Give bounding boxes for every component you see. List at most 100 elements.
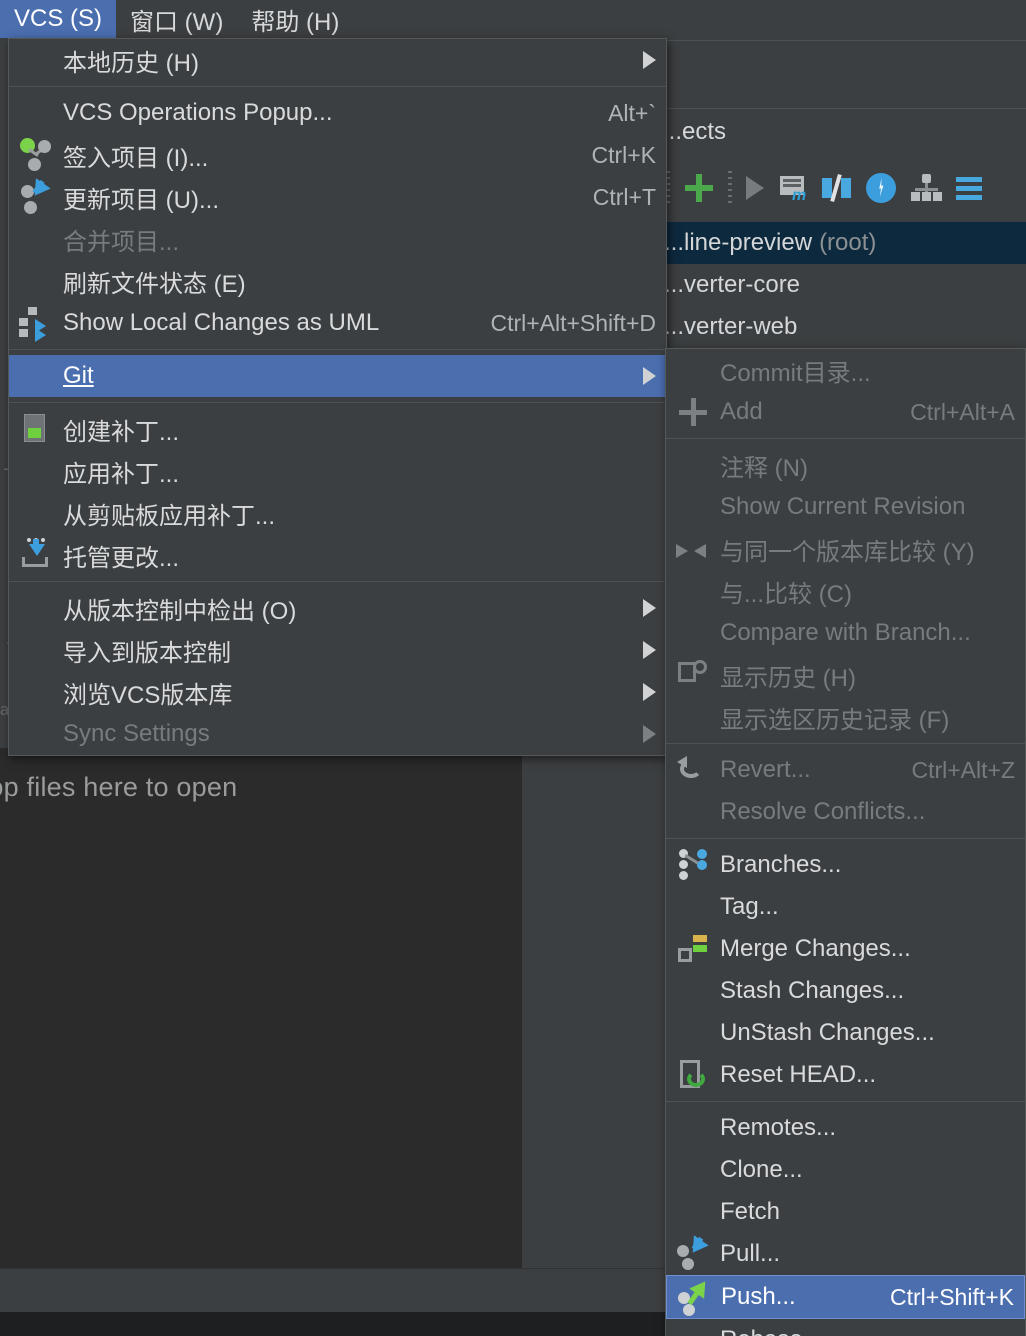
menu-item-sync-settings: Sync Settings <box>9 713 666 755</box>
menu-item-unstash-changes[interactable]: UnStash Changes... <box>666 1012 1025 1054</box>
menu-item-label: Remotes... <box>720 1114 837 1141</box>
menu-item-label: Fetch <box>720 1198 781 1225</box>
menu-item-label: Resolve Conflicts... <box>720 798 926 825</box>
blank-icon <box>666 698 720 736</box>
toolbar-drag-handle-2[interactable] <box>728 171 732 205</box>
menu-item-label: 从版本控制中检出 (O) <box>63 597 297 625</box>
pull-icon <box>666 1235 720 1273</box>
blank-icon <box>666 1014 720 1052</box>
blank-icon <box>9 494 63 532</box>
menu-item-label: Show Current Revision <box>720 493 966 520</box>
menu-item-shelve-changes[interactable]: 托管更改... <box>9 534 666 576</box>
toggle-skip-tests-icon[interactable] <box>822 173 852 203</box>
menu-item-refresh-file-status[interactable]: 刷新文件状态 (E) <box>9 260 666 302</box>
menu-item-rebase[interactable]: Rebase <box>666 1319 1025 1336</box>
blank-icon <box>666 614 720 652</box>
menu-bar[interactable]: VCS (S) 窗口 (W) 帮助 (H) <box>0 0 1026 38</box>
menu-item-apply-patch-from-clipboard[interactable]: 从剪贴板应用补丁... <box>9 492 666 534</box>
git-submenu[interactable]: Commit目录... Add Ctrl+Alt+A 注释 (N) Show C… <box>665 348 1026 1336</box>
menu-item-create-patch[interactable]: 创建补丁... <box>9 408 666 450</box>
menu-item-merge-changes[interactable]: Merge Changes... <box>666 928 1025 970</box>
add-maven-project-icon[interactable] <box>684 173 714 203</box>
tree-row[interactable]: ...line-preview (root) <box>660 222 1026 264</box>
blank-icon <box>666 1151 720 1189</box>
merge-changes-icon <box>666 930 720 968</box>
menu-item-checkout-from-version-control[interactable]: 从版本控制中检出 (O) <box>9 587 666 629</box>
toggle-offline-mode-icon[interactable] <box>866 173 896 203</box>
collapse-all-icon[interactable] <box>956 174 982 202</box>
menu-item-update-project[interactable]: 更新项目 (U)... Ctrl+T <box>9 176 666 218</box>
menu-item-label: Git <box>63 362 94 389</box>
maven-panel-toolbar: m <box>666 162 1026 214</box>
tree-row[interactable]: ...verter-web <box>660 306 1026 348</box>
menu-item-local-history[interactable]: 本地历史 (H) <box>9 39 666 81</box>
menu-item-label: 注释 (N) <box>720 454 808 482</box>
menubar-item-help[interactable]: 帮助 (H) <box>237 0 353 38</box>
menu-item-label: Stash Changes... <box>720 977 905 1004</box>
show-dependencies-icon[interactable] <box>910 174 942 202</box>
blank-icon <box>9 262 63 300</box>
execute-maven-goal-icon[interactable]: m <box>778 174 808 204</box>
submenu-arrow-icon <box>643 367 656 385</box>
run-maven-goal-icon[interactable] <box>746 176 764 200</box>
menu-item-label: Rebase <box>720 1326 1015 1336</box>
menu-item-clone[interactable]: Clone... <box>666 1149 1025 1191</box>
menu-item-label: 更新项目 (U)... <box>63 186 219 214</box>
blank-icon <box>9 452 63 490</box>
menu-item-stash-changes[interactable]: Stash Changes... <box>666 970 1025 1012</box>
tree-row[interactable]: ...verter-core <box>660 264 1026 306</box>
tree-item-label: ...verter-core <box>664 271 801 298</box>
maven-projects-tree[interactable]: ...line-preview (root) ...verter-core ..… <box>660 222 1026 348</box>
menu-item-checkin-project[interactable]: 签入项目 (I)... Ctrl+K <box>9 134 666 176</box>
menu-separator <box>9 402 666 403</box>
menu-item-label: 创建补丁... <box>63 418 180 446</box>
menu-item-label: Compare with Branch... <box>720 619 971 646</box>
menu-item-pull[interactable]: Pull... <box>666 1233 1025 1275</box>
menubar-item-vcs[interactable]: VCS (S) <box>0 0 117 38</box>
menubar-item-label: VCS (S) <box>14 5 103 32</box>
menu-item-browse-vcs-repository[interactable]: 浏览VCS版本库 <box>9 671 666 713</box>
create-patch-icon <box>9 410 63 448</box>
menu-item-label: Tag... <box>720 893 779 920</box>
menu-separator <box>9 581 666 582</box>
blank-icon <box>9 94 63 132</box>
menu-item-accelerator: Ctrl+Alt+Z <box>911 756 1015 783</box>
menu-item-show-local-changes-as-uml[interactable]: Show Local Changes as UML Ctrl+Alt+Shift… <box>9 302 666 344</box>
menu-item-label: Commit目录... <box>720 359 871 387</box>
compare-icon <box>666 530 720 568</box>
menu-item-accelerator: Ctrl+T <box>592 183 656 210</box>
menu-item-git[interactable]: Git <box>9 355 666 397</box>
blank-icon <box>666 1109 720 1147</box>
menu-item-vcs-operations-popup[interactable]: VCS Operations Popup... Alt+` <box>9 92 666 134</box>
menu-item-label: Branches... <box>720 851 842 878</box>
menu-item-label: 导入到版本控制 <box>63 639 231 667</box>
submenu-arrow-icon <box>643 725 656 743</box>
menu-item-label: 显示历史 (H) <box>720 664 856 692</box>
blank-icon <box>666 1321 720 1336</box>
menu-item-label: 签入项目 (I)... <box>63 144 209 172</box>
menu-item-reset-head[interactable]: Reset HEAD... <box>666 1054 1025 1096</box>
menu-item-tag[interactable]: Tag... <box>666 886 1025 928</box>
menu-item-label: 从剪贴板应用补丁... <box>63 502 276 530</box>
vcs-dropdown-menu[interactable]: 本地历史 (H) VCS Operations Popup... Alt+` 签… <box>8 38 667 756</box>
reset-head-icon <box>666 1056 720 1094</box>
menu-separator <box>666 743 1025 744</box>
menu-item-label: 刷新文件状态 (E) <box>63 270 246 298</box>
menubar-item-window[interactable]: 窗口 (W) <box>116 0 237 38</box>
menu-item-label: VCS Operations Popup... <box>63 99 333 126</box>
menu-item-annotate: 注释 (N) <box>666 444 1025 486</box>
editor-drop-area[interactable] <box>0 748 522 1268</box>
menu-item-label: 合并项目... <box>63 228 180 256</box>
menu-item-push[interactable]: Push... Ctrl+Shift+K <box>666 1275 1025 1319</box>
submenu-arrow-icon <box>643 641 656 659</box>
tree-item-label: ...line-preview <box>664 229 813 256</box>
blank-icon <box>9 41 63 79</box>
menu-item-label: 浏览VCS版本库 <box>63 681 233 709</box>
menu-item-accelerator: Ctrl+Shift+K <box>890 1283 1014 1310</box>
menu-item-remotes[interactable]: Remotes... <box>666 1107 1025 1149</box>
menu-item-branches[interactable]: Branches... <box>666 844 1025 886</box>
menu-item-fetch[interactable]: Fetch <box>666 1191 1025 1233</box>
menu-item-import-into-version-control[interactable]: 导入到版本控制 <box>9 629 666 671</box>
editor-drop-hint: drop files here to open <box>0 772 238 802</box>
menu-item-apply-patch[interactable]: 应用补丁... <box>9 450 666 492</box>
